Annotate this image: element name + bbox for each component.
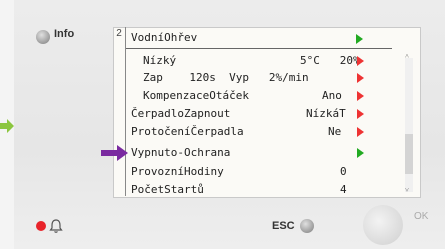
menu-row-label[interactable]: Nízký [143,53,176,69]
menu-row-label[interactable]: ProvozníHodiny [131,164,224,180]
bell-icon[interactable] [49,218,63,234]
red-arrow-icon[interactable] [357,73,364,83]
page-number: 2 [116,28,122,39]
menu-row-value: 4 [340,183,347,196]
menu-row-label[interactable]: Zap 120s Vyp 2%/min [143,70,309,86]
scroll-up-icon[interactable]: ˄ [405,52,409,60]
red-arrow-icon[interactable] [357,109,364,119]
title-underline [126,48,392,49]
menu-row-value: 5°C 20% [300,54,360,67]
info-button[interactable] [36,30,50,44]
menu-row-value: NízkáT [306,107,346,120]
alarm-indicator [36,221,46,231]
menu-row-label-selected[interactable]: Vypnuto-Ochrana [131,145,230,161]
esc-label: ESC [272,220,295,232]
menu-row-label[interactable]: ProtočeníČerpadla [131,124,244,140]
menu-row-value: Ano [322,89,342,102]
menu-row-label[interactable]: PočetStartů [131,182,204,198]
menu-row-value: 0 [340,165,347,178]
red-arrow-icon[interactable] [357,91,364,101]
green-arrow-icon [0,119,14,133]
ok-label: OK [414,211,429,222]
red-arrow-icon[interactable] [357,56,364,66]
menu-row-label[interactable]: ČerpadloZapnout [131,106,230,122]
menu-row-value: Ne [328,125,342,138]
red-arrow-icon[interactable] [357,127,364,137]
scroll-down-icon[interactable]: ˅ [405,186,409,194]
green-arrow-icon[interactable] [357,148,364,158]
ok-button[interactable] [363,205,403,245]
purple-arrow-icon [101,145,128,161]
nav-arrow-icon[interactable] [356,34,363,44]
menu-row-label[interactable]: KompenzaceOtáček [143,88,249,104]
page-title: VodníOhřev [131,31,198,44]
divider [125,27,126,196]
info-label: Info [54,28,75,40]
esc-button[interactable] [300,219,314,233]
scrollbar-thumb[interactable] [405,134,413,174]
